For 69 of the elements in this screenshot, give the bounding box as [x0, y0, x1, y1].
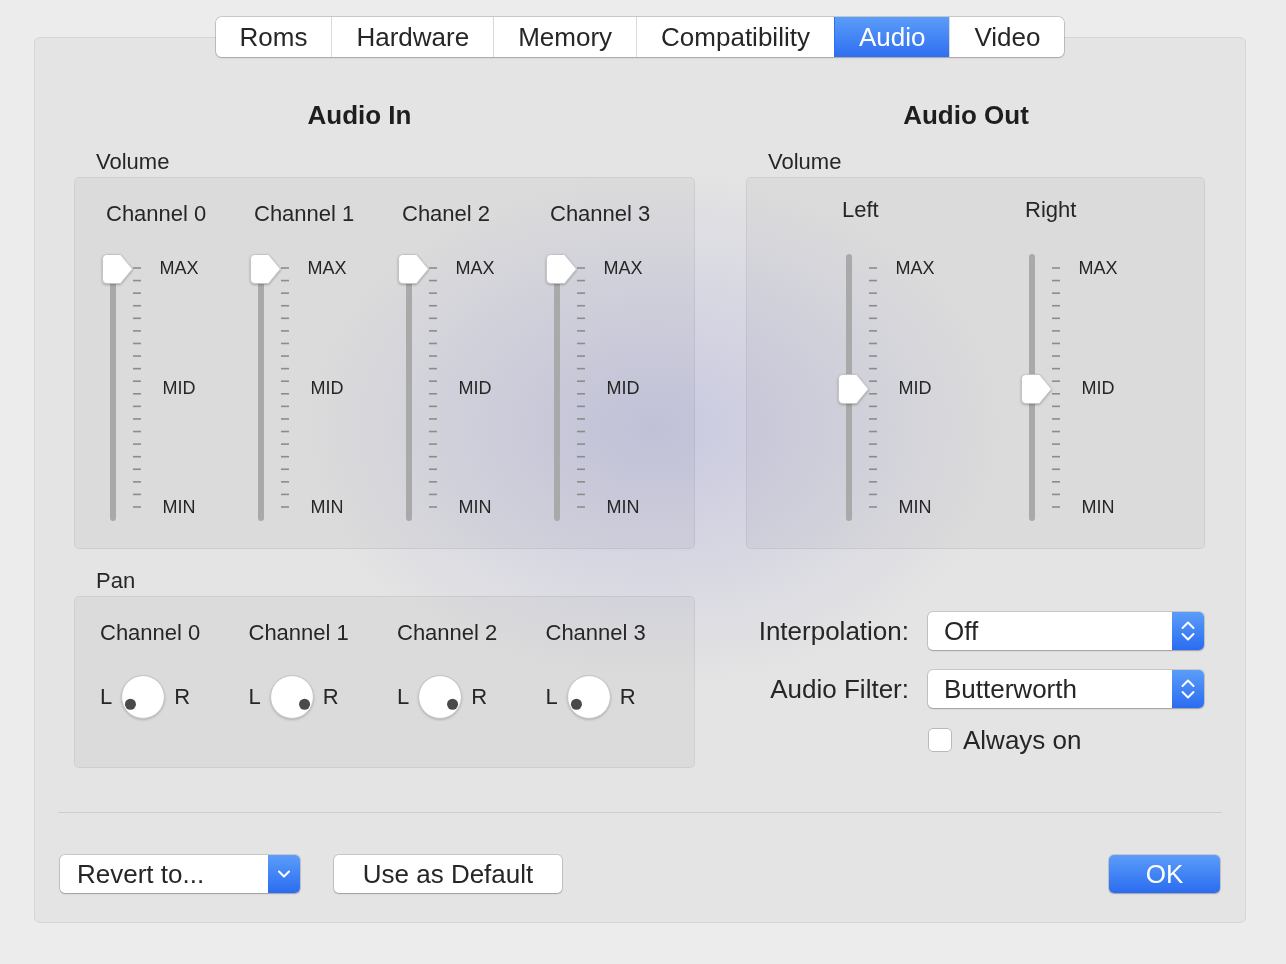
channel-label: Channel 3: [549, 201, 652, 227]
tab[interactable]: Hardware: [331, 17, 494, 57]
scale-label: MAX: [1078, 257, 1118, 279]
tab[interactable]: Compatibility: [636, 17, 834, 57]
slider-knob[interactable]: [838, 374, 869, 404]
scale-label: MAX: [603, 257, 643, 279]
tab[interactable]: Roms: [215, 17, 332, 57]
pan-knob[interactable]: [269, 675, 314, 719]
checkbox-label: Always on: [963, 725, 1082, 755]
pan-left-label: L: [397, 684, 410, 710]
field-label: Audio Filter:: [769, 674, 909, 704]
pan-right-label: R: [322, 684, 339, 710]
channel-label: Channel 1: [248, 620, 350, 646]
pan-left-label: L: [100, 684, 113, 710]
scale-label: MID: [1081, 376, 1115, 399]
channel-label: Channel 3: [545, 620, 647, 646]
pan-knob[interactable]: [566, 675, 611, 719]
scale-label: MIN: [310, 496, 344, 518]
scale-label: MAX: [307, 257, 347, 279]
tab[interactable]: Video: [949, 17, 1065, 57]
channel-label: Channel 2: [397, 620, 499, 646]
section-title: Audio Out: [902, 100, 1030, 130]
stepper-arrows-icon: [1172, 670, 1204, 708]
scale-label: MIN: [458, 496, 492, 518]
group-label: Volume: [95, 149, 171, 175]
scale-label: MIN: [606, 496, 640, 518]
pan-left-label: L: [248, 684, 261, 710]
scale-label: MIN: [162, 496, 196, 518]
slider-knob[interactable]: [102, 254, 133, 284]
tab[interactable]: Memory: [493, 17, 637, 57]
scale-label: MAX: [159, 257, 199, 279]
pan-right-label: R: [174, 684, 191, 710]
section-title: Audio In: [306, 100, 413, 130]
scale-label: MID: [458, 376, 492, 399]
tab[interactable]: Audio: [833, 17, 950, 57]
channel-label: Channel 0: [105, 201, 208, 227]
channel-label: Chanel 2: [401, 201, 492, 227]
group-label: Volume: [767, 149, 843, 175]
scale-label: MAX: [455, 257, 495, 279]
channel-label: Channel 0: [100, 620, 202, 646]
stepper-arrows-icon: [1172, 612, 1204, 650]
channel-label: Channel 1: [253, 201, 356, 227]
scale-label: MID: [162, 376, 196, 399]
revert-popup[interactable]: Revert to...: [60, 855, 300, 893]
scale-label: MAX: [895, 257, 935, 279]
pan-knob[interactable]: [418, 675, 463, 719]
pan-right-label: R: [471, 684, 488, 710]
scale-label: MIN: [1081, 496, 1115, 518]
popup-button[interactable]: Butterworth: [928, 670, 1204, 708]
use-as-default-button[interactable]: Use as Default: [334, 855, 562, 893]
scale-label: MIN: [898, 496, 932, 518]
channel-label: Right: [1024, 197, 1078, 223]
slider-knob[interactable]: [1021, 374, 1052, 404]
scale-label: MID: [606, 376, 640, 399]
pan-left-label: L: [545, 684, 558, 710]
pan-right-label: R: [619, 684, 636, 710]
group-label: Pan: [95, 568, 137, 594]
popup-button[interactable]: Off: [928, 612, 1204, 650]
slider-knob[interactable]: [398, 254, 429, 284]
ok-button[interactable]: OK: [1109, 855, 1220, 893]
scale-label: MID: [898, 376, 932, 399]
chevron-down-icon: [268, 855, 300, 893]
scale-label: MID: [310, 376, 344, 399]
field-label: Interpolation:: [757, 616, 909, 646]
checkbox[interactable]: [928, 728, 952, 752]
channel-label: Left: [841, 197, 880, 223]
pan-knob[interactable]: [121, 675, 166, 719]
slider-knob[interactable]: [546, 254, 577, 284]
slider-knob[interactable]: [250, 254, 281, 284]
